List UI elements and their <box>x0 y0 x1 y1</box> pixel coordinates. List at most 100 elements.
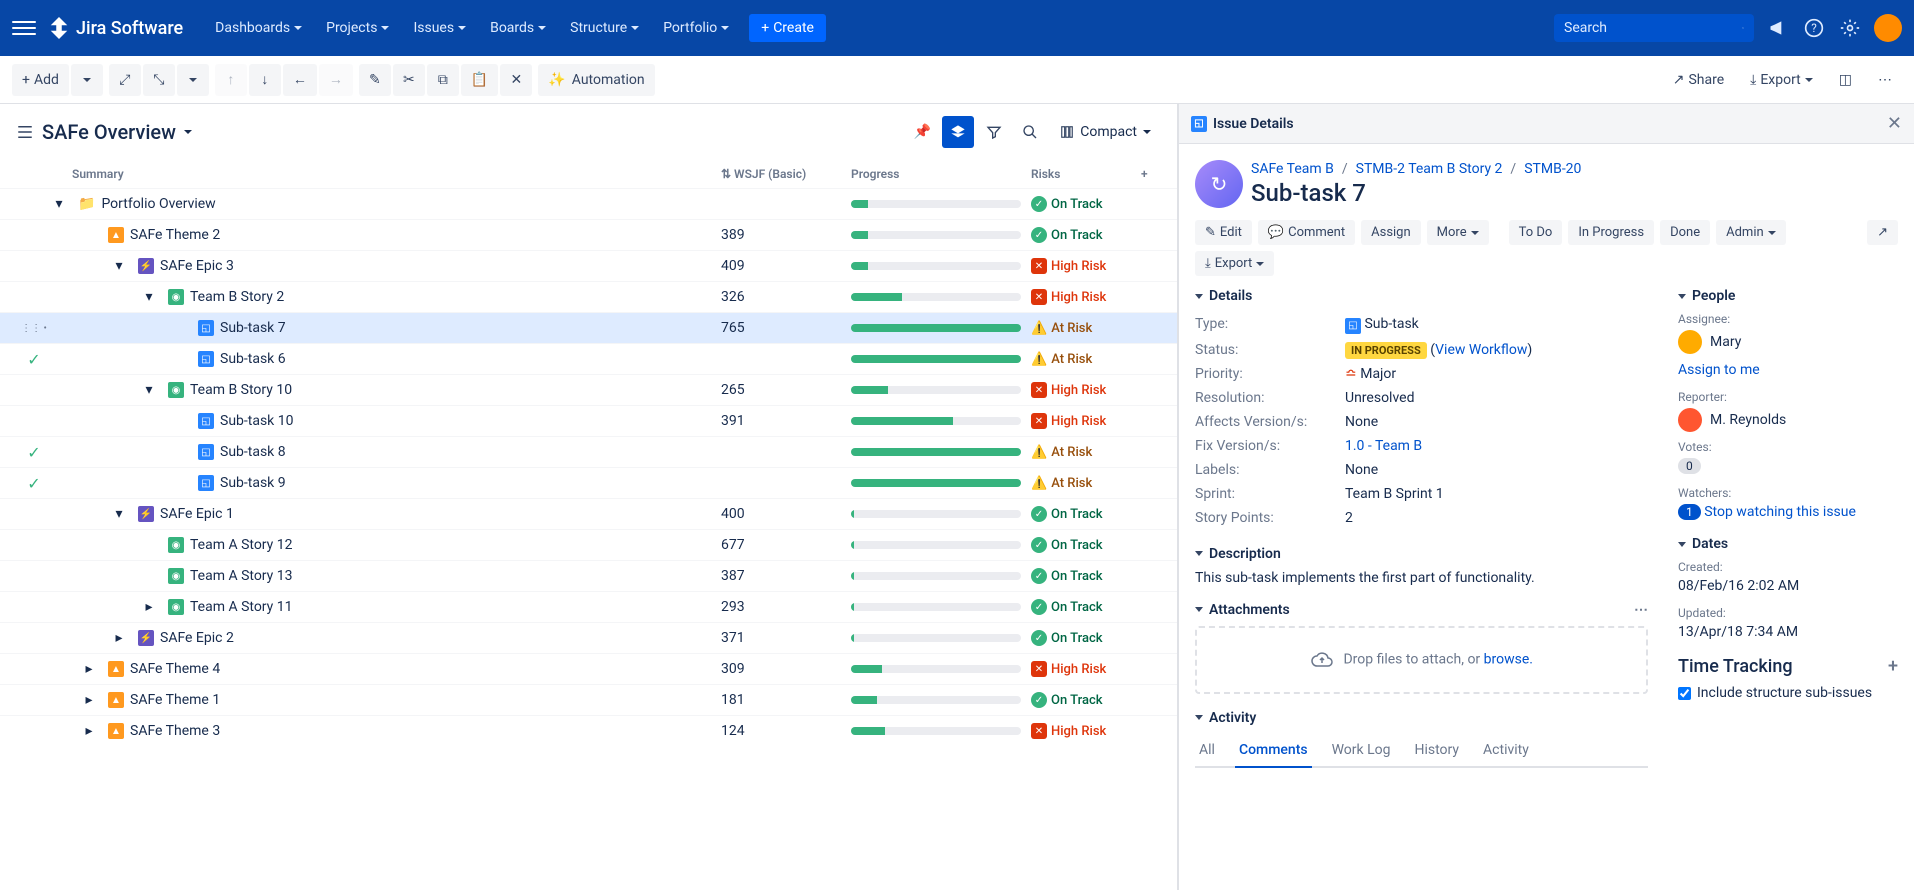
add-button[interactable]: +Add <box>12 64 69 96</box>
section-description[interactable]: Description <box>1195 546 1648 562</box>
export-issue-button[interactable]: ⤓ Export <box>1195 251 1274 276</box>
grid-row[interactable]: ◉Team A Story 12677✓On Track <box>0 529 1177 560</box>
grid-row[interactable]: ▾📁Portfolio Overview✓On Track <box>0 188 1177 219</box>
grid-row[interactable]: ▸▲SAFe Theme 1181✓On Track <box>0 684 1177 715</box>
expand-icon[interactable]: ▸ <box>142 600 156 614</box>
jira-logo[interactable]: Jira Software <box>48 17 183 39</box>
fix-value[interactable]: 1.0 - Team B <box>1345 438 1648 454</box>
create-button[interactable]: + Create <box>749 14 826 42</box>
layers-icon[interactable] <box>942 116 974 148</box>
col-risk[interactable]: Risks <box>1031 167 1141 181</box>
collapse-icon[interactable]: ▾ <box>112 507 126 521</box>
collapse-icon[interactable]: ⤡ <box>143 64 175 96</box>
grid-row[interactable]: ▸⚡SAFe Epic 2371✓On Track <box>0 622 1177 653</box>
collapse-icon[interactable]: ▾ <box>142 383 156 397</box>
nav-dashboards[interactable]: Dashboards <box>203 12 314 44</box>
indent-icon[interactable]: → <box>319 64 353 96</box>
collapse-icon[interactable]: ▾ <box>52 197 66 211</box>
move-up-icon[interactable]: ↑ <box>215 64 247 96</box>
more-icon[interactable]: ⋯ <box>1868 64 1902 96</box>
browse-link[interactable]: browse. <box>1484 651 1533 667</box>
more-button[interactable]: More <box>1427 220 1489 245</box>
in-progress-button[interactable]: In Progress <box>1568 220 1654 245</box>
grid-row[interactable]: ▾⚡SAFe Epic 1400✓On Track <box>0 498 1177 529</box>
section-activity[interactable]: Activity <box>1195 710 1648 726</box>
settings-icon[interactable] <box>1838 16 1862 40</box>
collapse-icon[interactable]: ▾ <box>142 290 156 304</box>
automation-button[interactable]: ✨Automation <box>538 64 654 96</box>
expand-dropdown[interactable] <box>177 64 209 96</box>
edit-icon[interactable]: ✎ <box>359 64 391 96</box>
view-mode-selector[interactable]: Compact <box>1050 118 1161 146</box>
section-attachments[interactable]: Attachments⋯ <box>1195 602 1648 618</box>
nav-issues[interactable]: Issues <box>401 12 478 44</box>
grid-row[interactable]: ◉Team A Story 13387✓On Track <box>0 560 1177 591</box>
expand-icon[interactable]: ⤢ <box>109 64 141 96</box>
move-down-icon[interactable]: ↓ <box>249 64 281 96</box>
collapse-icon[interactable]: ▾ <box>112 259 126 273</box>
grid-row[interactable]: ✓◱Sub-task 8⚠️At Risk <box>0 436 1177 467</box>
grid-row[interactable]: ⋮⋮ •◱Sub-task 7765⚠️At Risk <box>0 312 1177 343</box>
section-people[interactable]: People <box>1678 288 1898 304</box>
grid-row[interactable]: ▲SAFe Theme 2389✓On Track <box>0 219 1177 250</box>
nav-portfolio[interactable]: Portfolio <box>651 12 741 44</box>
close-icon[interactable]: ✕ <box>1887 113 1902 134</box>
export-button[interactable]: ⤓ Export <box>1740 64 1823 96</box>
outdent-icon[interactable]: ← <box>283 64 317 96</box>
col-wsjf[interactable]: ⇅ WSJF (Basic) <box>721 167 851 181</box>
copy-icon[interactable]: ⧉ <box>427 64 459 96</box>
user-avatar[interactable] <box>1874 14 1902 42</box>
search-input-container[interactable] <box>1554 14 1754 42</box>
todo-button[interactable]: To Do <box>1509 220 1563 245</box>
cut-icon[interactable]: ✂ <box>393 64 425 96</box>
nav-projects[interactable]: Projects <box>314 12 401 44</box>
app-switcher-icon[interactable] <box>12 16 36 40</box>
search-input[interactable] <box>1564 20 1742 36</box>
grid-row[interactable]: ▾◉Team B Story 2326✕High Risk <box>0 281 1177 312</box>
paste-icon[interactable]: 📋 <box>461 64 498 96</box>
col-progress[interactable]: Progress <box>851 167 1031 181</box>
grid-row[interactable]: ▸▲SAFe Theme 3124✕High Risk <box>0 715 1177 746</box>
attachments-more-icon[interactable]: ⋯ <box>1634 602 1648 618</box>
grid-row[interactable]: ▾◉Team B Story 10265✕High Risk <box>0 374 1177 405</box>
expand-icon[interactable]: ▸ <box>112 631 126 645</box>
stop-watching-link[interactable]: Stop watching this issue <box>1704 504 1856 520</box>
edit-button[interactable]: ✎ Edit <box>1195 220 1252 245</box>
grid-row[interactable]: ▸▲SAFe Theme 4309✕High Risk <box>0 653 1177 684</box>
filter-icon[interactable] <box>978 116 1010 148</box>
expand-icon[interactable]: ▸ <box>82 662 96 676</box>
add-dropdown[interactable] <box>71 64 103 96</box>
add-time-icon[interactable]: + <box>1888 656 1898 677</box>
tab-all[interactable]: All <box>1195 734 1219 768</box>
grid-row[interactable]: ▸◉Team A Story 11293✓On Track <box>0 591 1177 622</box>
share-issue-icon[interactable]: ↗ <box>1867 220 1898 245</box>
breadcrumb-link[interactable]: STMB-20 <box>1524 161 1581 177</box>
nav-structure[interactable]: Structure <box>558 12 651 44</box>
assign-to-me-link[interactable]: Assign to me <box>1678 362 1898 378</box>
done-button[interactable]: Done <box>1660 220 1710 245</box>
breadcrumb-link[interactable]: STMB-2 Team B Story 2 <box>1356 161 1503 177</box>
grid-row[interactable]: ✓◱Sub-task 6⚠️At Risk <box>0 343 1177 374</box>
nav-boards[interactable]: Boards <box>478 12 558 44</box>
share-button[interactable]: ↗ Share <box>1663 64 1734 96</box>
breadcrumb-link[interactable]: SAFe Team B <box>1251 161 1334 177</box>
search-structure-icon[interactable] <box>1014 116 1046 148</box>
grid-row[interactable]: ✓◱Sub-task 9⚠️At Risk <box>0 467 1177 498</box>
include-sub-issues-checkbox[interactable] <box>1678 687 1691 700</box>
include-sub-issues-check[interactable]: Include structure sub-issues <box>1678 685 1898 701</box>
col-summary[interactable]: Summary <box>16 167 721 181</box>
delete-icon[interactable]: ✕ <box>500 64 532 96</box>
expand-icon[interactable]: ▸ <box>82 724 96 738</box>
section-dates[interactable]: Dates <box>1678 536 1898 552</box>
pin-icon[interactable]: 📌 <box>906 116 938 148</box>
tab-comments[interactable]: Comments <box>1235 734 1312 768</box>
structure-selector[interactable]: SAFe Overview <box>16 120 192 144</box>
tab-history[interactable]: History <box>1411 734 1464 768</box>
grid-row[interactable]: ◱Sub-task 10391✕High Risk <box>0 405 1177 436</box>
admin-button[interactable]: Admin <box>1716 220 1786 245</box>
assignee[interactable]: Mary <box>1678 330 1898 354</box>
tab-work-log[interactable]: Work Log <box>1328 734 1395 768</box>
attachment-dropzone[interactable]: Drop files to attach, or browse. <box>1195 626 1648 694</box>
tab-activity[interactable]: Activity <box>1479 734 1533 768</box>
assign-button[interactable]: Assign <box>1361 220 1421 245</box>
